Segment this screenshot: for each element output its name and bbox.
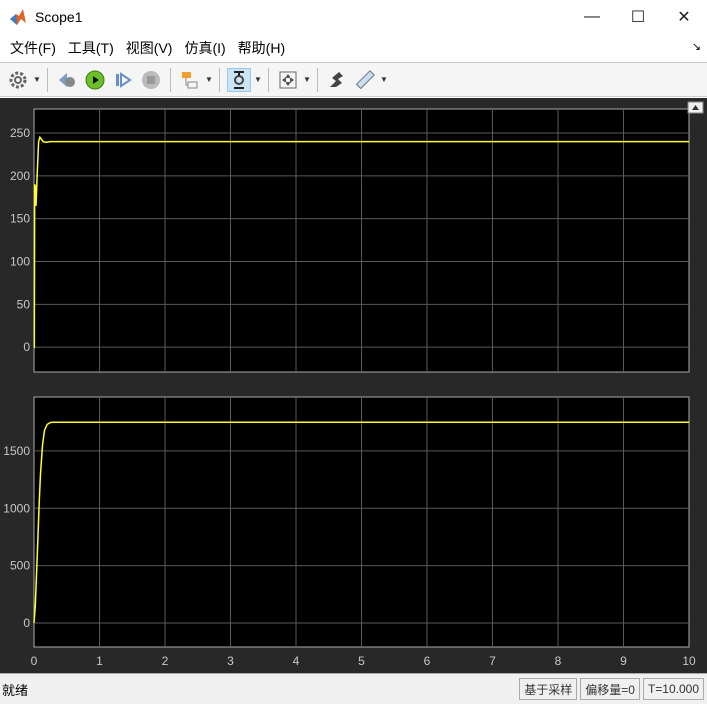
close-button[interactable]: ✕ [661, 0, 707, 34]
y-tick-label: 100 [10, 254, 30, 268]
y-tick-label: 250 [10, 126, 30, 140]
sample-mode: 基于采样 [519, 678, 578, 700]
menu-view[interactable]: 视图(V) [120, 38, 179, 58]
measure-dropdown[interactable]: ▼ [379, 75, 389, 84]
separator [268, 67, 269, 92]
offset-value: 偏移量=0 [580, 678, 640, 700]
x-tick-label: 0 [31, 654, 38, 668]
x-tick-label: 1 [96, 654, 103, 668]
stop-icon[interactable] [139, 68, 163, 92]
x-tick-label: 7 [489, 654, 496, 668]
menu-help[interactable]: 帮助(H) [232, 38, 291, 58]
step-forward-icon[interactable] [111, 68, 135, 92]
run-icon[interactable] [83, 68, 107, 92]
y-tick-label: 200 [10, 169, 30, 183]
settings-dropdown[interactable]: ▼ [32, 75, 42, 84]
y-tick-label: 50 [17, 297, 31, 311]
axes-top: 0 50 100 150 200 250 [10, 108, 690, 373]
x-tick-label: 3 [227, 654, 234, 668]
menu-bar: 文件(F) 工具(T) 视图(V) 仿真(I) 帮助(H) ↘ [0, 34, 707, 62]
minimize-button[interactable]: — [569, 0, 615, 34]
x-tick-label: 10 [682, 654, 696, 668]
dock-arrow-icon[interactable]: ↘ [692, 40, 701, 53]
x-tick-label: 6 [424, 654, 431, 668]
window-title: Scope1 [35, 9, 83, 25]
y-tick-label: 150 [10, 212, 30, 226]
fit-to-view-icon[interactable] [276, 68, 300, 92]
y-tick-label: 1500 [3, 444, 30, 458]
x-tick-label: 8 [555, 654, 562, 668]
x-tick-label: 2 [162, 654, 169, 668]
menu-simulation[interactable]: 仿真(I) [178, 38, 231, 58]
menu-tools[interactable]: 工具(T) [62, 38, 120, 58]
maximize-button[interactable]: ☐ [615, 0, 661, 34]
x-tick-label: 4 [293, 654, 300, 668]
highlight-simulink-block-icon[interactable] [325, 68, 349, 92]
separator [219, 67, 220, 92]
restore-config-icon[interactable] [55, 68, 79, 92]
scope-plots[interactable]: 0 50 100 150 200 250 0 500 1000 1500 0 1 2 3 4 5 6 7 8 9 10 [0, 98, 707, 673]
axes-bottom: 0 500 1000 1500 0 1 2 3 4 5 6 7 8 9 10 [3, 396, 696, 668]
y-tick-label: 500 [10, 559, 30, 573]
matlab-logo-icon [10, 9, 26, 25]
separator [317, 67, 318, 92]
y-tick-label: 0 [23, 340, 30, 354]
scope-display: 0 50 100 150 200 250 0 500 1000 1500 0 1 2 3 4 5 6 7 8 9 10 [0, 98, 707, 673]
zoom-icon[interactable] [227, 67, 251, 92]
measure-icon[interactable] [353, 68, 377, 92]
y-tick-label: 1000 [3, 501, 30, 515]
menu-file[interactable]: 文件(F) [4, 38, 62, 58]
gear-icon[interactable] [6, 68, 30, 92]
title-bar: Scope1 — ☐ ✕ [0, 0, 707, 34]
zoom-dropdown[interactable]: ▼ [253, 75, 263, 84]
status-bar: 就绪 基于采样 偏移量=0 T=10.000 [0, 673, 707, 704]
status-text: 就绪 [2, 682, 29, 698]
separator [47, 67, 48, 92]
undock-axes-button[interactable] [687, 101, 704, 114]
y-tick-label: 0 [23, 616, 30, 630]
toolbar: ▼ ▼ ▼ ▼ ▼ [0, 62, 707, 97]
x-tick-label: 9 [620, 654, 627, 668]
signal-selector-icon[interactable] [178, 68, 202, 92]
x-tick-label: 5 [358, 654, 365, 668]
separator [170, 67, 171, 92]
fit-dropdown[interactable]: ▼ [302, 75, 312, 84]
signal-dropdown[interactable]: ▼ [204, 75, 214, 84]
time-value: T=10.000 [642, 678, 704, 700]
